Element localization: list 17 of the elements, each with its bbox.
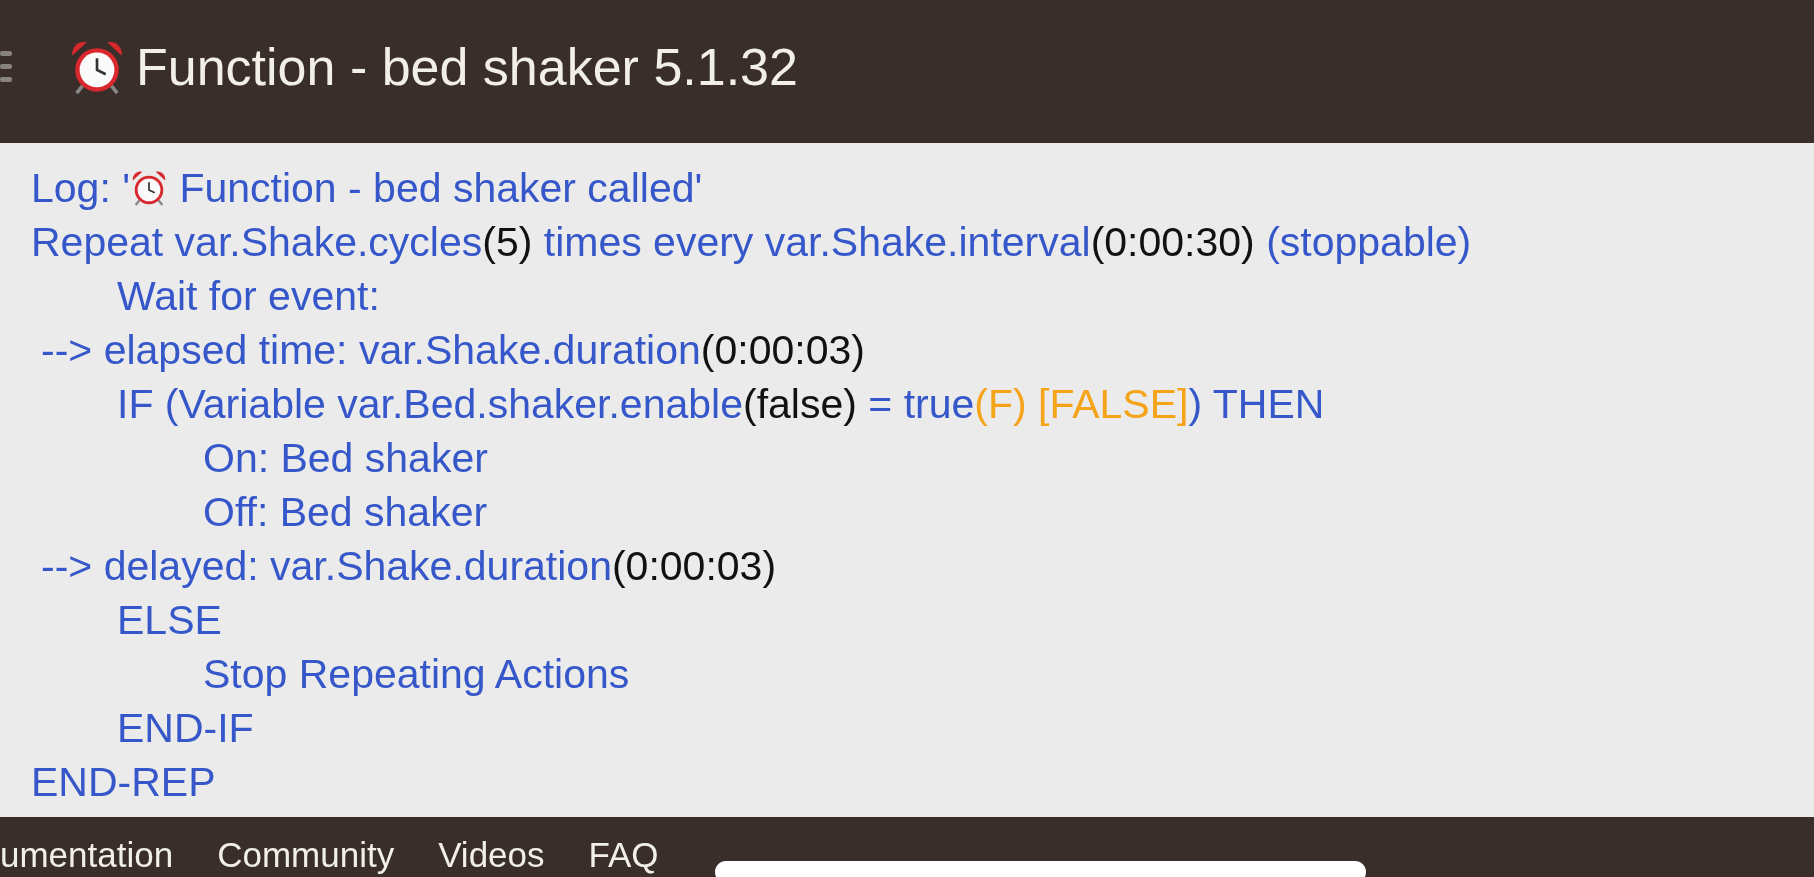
action-line[interactable]: Off: Bed shaker [203, 488, 488, 536]
action-line[interactable]: On: Bed shaker [203, 434, 488, 482]
action-line[interactable]: END-IF [117, 704, 254, 752]
action-line[interactable]: ELSE [117, 596, 222, 644]
action-line[interactable]: Repeat var.Shake.cycles(5) times every var.Shake.interval(0:00:30) (stoppable) [31, 218, 1472, 266]
action-line[interactable]: Log: ' Function - bed shaker called' [31, 164, 703, 212]
action-line[interactable]: END-REP [31, 758, 216, 806]
footer-link[interactable]: Videos [438, 833, 545, 877]
page-title: Function - bed shaker 5.1.32 [136, 36, 798, 97]
action-line[interactable]: --> elapsed time: var.Shake.duration(0:00:03) [41, 326, 865, 374]
footer-link[interactable]: Community [217, 833, 395, 877]
footer-link[interactable]: FAQ [588, 833, 659, 877]
footer-link[interactable]: umentation [0, 833, 174, 877]
action-line[interactable]: Wait for event: [117, 272, 380, 320]
action-line[interactable]: IF (Variable var.Bed.shaker.enable(false) = true(F) [FALSE]) THEN [117, 380, 1325, 428]
action-line[interactable]: Stop Repeating Actions [203, 650, 630, 698]
action-line[interactable]: --> delayed: var.Shake.duration(0:00:03) [41, 542, 777, 590]
